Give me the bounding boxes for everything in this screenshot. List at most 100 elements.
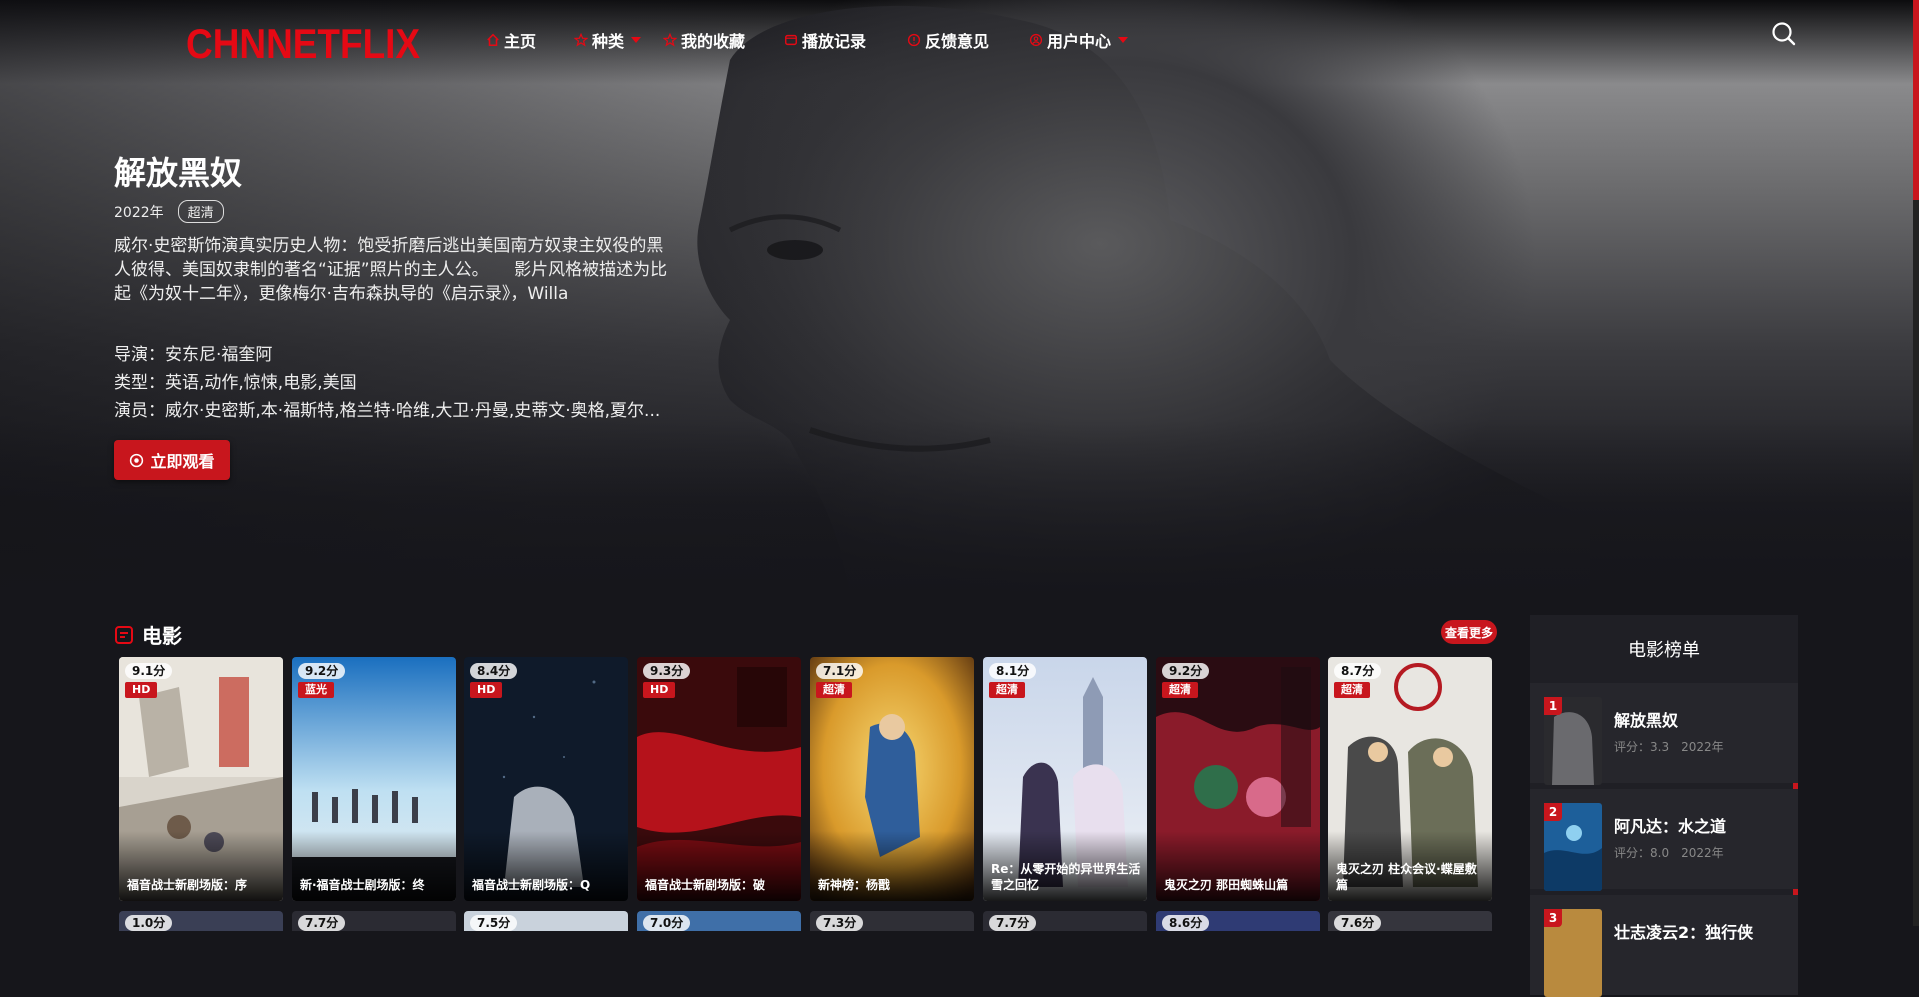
movie-card[interactable]: 9.3分 HD 福音战士新剧场版：破: [637, 657, 801, 901]
ranking-item[interactable]: 1 解放黑奴 评分：3.3 2022年: [1530, 683, 1798, 785]
nav-categories-label: 种类: [592, 32, 625, 51]
info-icon: [907, 33, 921, 47]
site-logo[interactable]: CHNNETFLIX: [186, 20, 420, 68]
score-badge: 9.3分: [643, 663, 691, 679]
quality-badge: HD: [470, 682, 503, 698]
hero-genre: 类型：英语,动作,惊悚,电影,美国: [114, 373, 357, 393]
see-more-button[interactable]: 查看更多: [1441, 620, 1497, 644]
score-badge: 7.7分: [298, 915, 346, 931]
hero-director: 导演：安东尼·福奎阿: [114, 345, 273, 365]
ranking-meta: 评分：3.3 2022年: [1614, 738, 1724, 755]
hero-meta: 2022年 超清: [114, 200, 224, 223]
hero-year: 2022年: [114, 204, 164, 221]
user-icon: [1029, 33, 1043, 47]
hero-fade: [0, 420, 1919, 600]
score-badge: 8.4分: [470, 663, 518, 679]
movie-card[interactable]: 9.2分 蓝光 新·福音战士剧场版：终: [292, 657, 456, 901]
movie-ranking-panel: 电影榜单 1 解放黑奴 评分：3.3 2022年 2 阿凡达：水之道 评分：8.…: [1530, 615, 1798, 997]
nav-history-label: 播放记录: [802, 32, 867, 51]
movie-card[interactable]: 8.7分 超清 鬼灭之刃 柱众会议·蝶屋敷篇: [1328, 657, 1492, 901]
hero-quality-badge: 超清: [177, 200, 224, 223]
scrollbar[interactable]: [1913, 0, 1919, 926]
ranking-item[interactable]: 2 阿凡达：水之道 评分：8.0 2022年: [1530, 789, 1798, 891]
section-heading: 电影: [114, 620, 182, 649]
rank-number: 2: [1544, 803, 1562, 821]
quality-badge: 超清: [989, 682, 1025, 698]
watch-now-button[interactable]: 立即观看: [114, 440, 230, 480]
movie-title: 福音战士新剧场版：序: [127, 878, 248, 892]
score-badge: 9.1分: [125, 663, 173, 679]
quality-badge: HD: [643, 682, 676, 698]
ranking-score: 评分：8.0: [1614, 846, 1670, 860]
nav-user-center[interactable]: 用户中心: [1029, 28, 1129, 52]
score-badge: 7.0分: [643, 915, 691, 931]
quality-badge: 超清: [816, 682, 852, 698]
quality-badge: 蓝光: [298, 682, 334, 698]
rank-number: 3: [1544, 909, 1562, 927]
ranking-movie-title: 壮志凌云2：独行侠: [1614, 923, 1754, 942]
movie-title: 鬼灭之刃 那田蜘蛛山篇: [1164, 878, 1289, 892]
movie-title: 福音战士新剧场版：Q: [472, 878, 591, 892]
movie-card[interactable]: 7.7分: [292, 911, 456, 931]
score-badge: 7.3分: [816, 915, 864, 931]
quality-badge: 超清: [1334, 682, 1370, 698]
score-badge: 7.5分: [470, 915, 518, 931]
hero-cast: 演员：威尔·史密斯,本·福斯特,格兰特·哈维,大卫·丹曼,史蒂文·奥格,夏尔..…: [114, 401, 661, 421]
quality-badge: 超清: [1162, 682, 1198, 698]
movie-card[interactable]: 7.3分: [810, 911, 974, 931]
score-badge: 8.1分: [989, 663, 1037, 679]
watch-now-label: 立即观看: [150, 452, 215, 471]
nav-home[interactable]: 主页: [486, 28, 536, 52]
movie-card[interactable]: 8.1分 超清 Re：从零开始的异世界生活 雪之回忆: [983, 657, 1147, 901]
nav-categories[interactable]: 种类: [574, 28, 642, 52]
score-badge: 9.2分: [1162, 663, 1210, 679]
movie-card[interactable]: 7.7分: [983, 911, 1147, 931]
ranking-item[interactable]: 3 壮志凌云2：独行侠: [1530, 895, 1798, 997]
play-circle-icon: [130, 453, 144, 467]
ranking-movie-title: 解放黑奴: [1614, 711, 1679, 730]
score-badge: 9.2分: [298, 663, 346, 679]
nav-history[interactable]: 播放记录: [784, 28, 866, 52]
quality-badge: HD: [125, 682, 158, 698]
nav-favorites[interactable]: 我的收藏: [663, 28, 745, 52]
ranking-year: 2022年: [1681, 740, 1724, 754]
history-icon: [785, 34, 797, 46]
ranking-score: 评分：3.3: [1614, 740, 1670, 754]
hero-description: 威尔·史密斯饰演真实历史人物：饱受折磨后逃出美国南方奴隶主奴役的黑人彼得、美国奴…: [114, 236, 668, 304]
star-icon: [663, 33, 677, 47]
movie-title: 福音战士新剧场版：破: [645, 878, 766, 892]
movie-title: 鬼灭之刃 柱众会议·蝶屋敷篇: [1336, 862, 1477, 892]
chevron-down-icon: [631, 37, 642, 43]
movie-card[interactable]: 7.0分: [637, 911, 801, 931]
ranking-year: 2022年: [1681, 846, 1724, 860]
home-icon: [487, 33, 499, 47]
movie-title: 新神榜：杨戬: [818, 878, 891, 892]
star-icon: [574, 33, 588, 47]
movie-card[interactable]: 8.6分: [1156, 911, 1320, 931]
hero-title: 解放黑奴: [114, 154, 243, 192]
score-badge: 8.6分: [1162, 915, 1210, 931]
score-badge: 8.7分: [1334, 663, 1382, 679]
movie-card[interactable]: 8.4分 HD 福音战士新剧场版：Q: [464, 657, 628, 901]
rank-number: 1: [1544, 697, 1562, 715]
nav-feedback[interactable]: 反馈意见: [907, 28, 989, 52]
score-badge: 7.6分: [1334, 915, 1382, 931]
search-icon[interactable]: [1770, 20, 1798, 48]
movie-title: Re：从零开始的异世界生活 雪之回忆: [991, 862, 1141, 892]
movie-card[interactable]: 1.0分: [119, 911, 283, 931]
ranking-title: 电影榜单: [1628, 640, 1700, 661]
score-badge: 7.7分: [989, 915, 1037, 931]
nav-user-center-label: 用户中心: [1047, 32, 1112, 51]
movie-card[interactable]: 9.1分 HD 福音战士新剧场版：序: [119, 657, 283, 901]
ranking-meta: 评分：8.0 2022年: [1614, 844, 1724, 861]
top-navigation: CHNNETFLIX 主页 种类 我的收藏 播放记录 反馈意见 用户中心: [0, 0, 1919, 80]
movie-card[interactable]: 7.5分: [464, 911, 628, 931]
section-title: 电影: [142, 624, 182, 648]
score-badge: 1.0分: [125, 915, 173, 931]
nav-favorites-label: 我的收藏: [681, 32, 746, 51]
score-badge: 7.1分: [816, 663, 864, 679]
movie-card[interactable]: 9.2分 超清 鬼灭之刃 那田蜘蛛山篇: [1156, 657, 1320, 901]
movie-card[interactable]: 7.6分: [1328, 911, 1492, 931]
movie-card[interactable]: 7.1分 超清 新神榜：杨戬: [810, 657, 974, 901]
ranking-movie-title: 阿凡达：水之道: [1614, 817, 1727, 836]
